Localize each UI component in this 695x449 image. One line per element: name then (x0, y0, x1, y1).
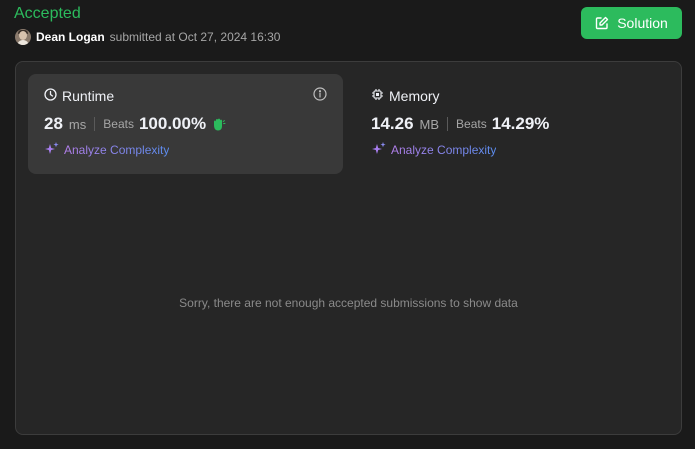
distribution-empty-message: Sorry, there are not enough accepted sub… (179, 296, 518, 310)
runtime-header: Runtime (44, 88, 327, 104)
memory-card[interactable]: Memory 14.26 MB Beats 14.29% Analyze Com… (355, 74, 670, 174)
solution-button-label: Solution (617, 15, 668, 31)
runtime-beats-value: 100.00% (138, 114, 207, 133)
submission-status: Accepted (14, 5, 81, 22)
runtime-title: Runtime (62, 88, 115, 104)
memory-metrics: 14.26 MB Beats 14.29% (371, 114, 654, 134)
edit-note-icon (595, 16, 609, 30)
memory-beats-label: Beats (456, 117, 487, 131)
user-avatar[interactable] (15, 29, 31, 45)
clock-icon (44, 88, 57, 104)
submitter-line: Dean Logan submitted at Oct 27, 2024 16:… (15, 29, 280, 45)
memory-analyze-complexity[interactable]: Analyze Complexity (371, 141, 654, 158)
analyze-label: Analyze Complexity (391, 142, 497, 157)
memory-unit: MB (419, 116, 440, 132)
runtime-value: 28 (44, 114, 63, 133)
runtime-metrics: 28 ms Beats 100.00% (44, 114, 327, 134)
chip-icon (371, 88, 384, 104)
clap-hands-icon (211, 117, 226, 132)
solution-button[interactable]: Solution (581, 7, 682, 39)
runtime-unit: ms (68, 116, 87, 132)
analyze-label: Analyze Complexity (64, 142, 170, 157)
metric-divider (94, 117, 96, 131)
user-name-link[interactable]: Dean Logan (36, 30, 105, 44)
sparkle-icon (44, 141, 60, 158)
metric-divider (447, 117, 449, 131)
runtime-card[interactable]: Runtime 28 ms Beats 100.00% Analyze Comp… (28, 74, 343, 174)
memory-value: 14.26 (371, 114, 414, 133)
runtime-beats-label: Beats (103, 117, 134, 131)
memory-beats-value: 14.29% (491, 114, 550, 133)
memory-title: Memory (389, 88, 440, 104)
sparkle-icon (371, 141, 387, 158)
submission-time: submitted at Oct 27, 2024 16:30 (109, 30, 281, 44)
memory-header: Memory (371, 88, 654, 104)
info-icon[interactable] (313, 87, 327, 106)
results-panel: Runtime 28 ms Beats 100.00% Analyze Comp… (15, 61, 682, 435)
runtime-analyze-complexity[interactable]: Analyze Complexity (44, 141, 327, 158)
